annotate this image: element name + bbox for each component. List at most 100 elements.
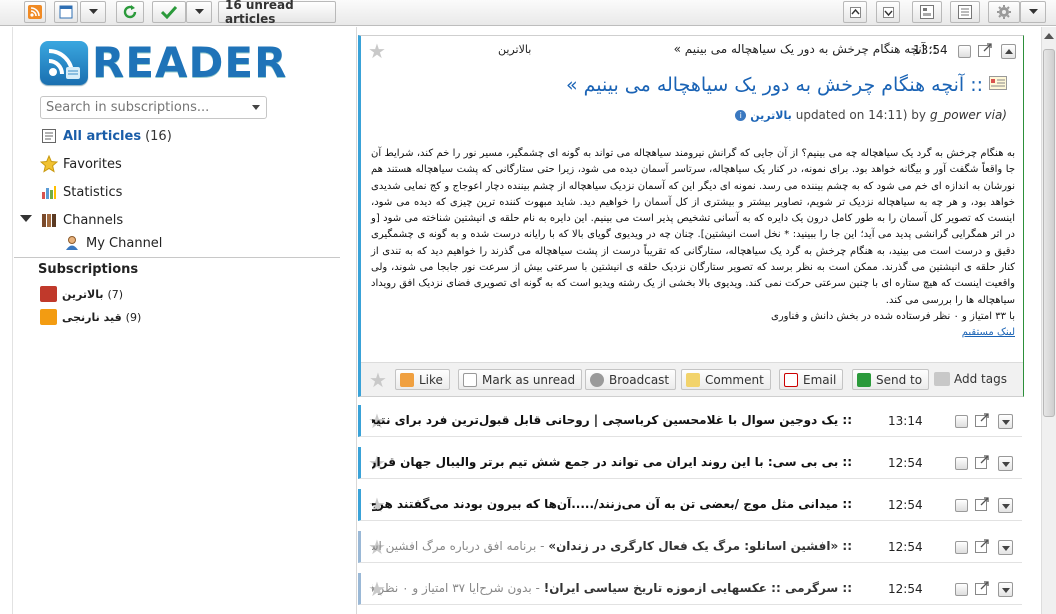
unread-count-label: 16 unread articles bbox=[225, 0, 294, 26]
meta-via[interactable]: g_power via) bbox=[930, 108, 1007, 122]
chevron-down-icon bbox=[88, 9, 98, 15]
open-external-icon[interactable] bbox=[975, 413, 989, 430]
mark-read-dropdown[interactable] bbox=[186, 1, 212, 23]
scrollbar-thumb[interactable] bbox=[1043, 49, 1055, 417]
rss-feed-button[interactable] bbox=[24, 1, 46, 23]
row-title: :: «افشین اسانلو: مرگ یک فعال کارگری در … bbox=[548, 539, 852, 553]
collapse-article-button[interactable] bbox=[1001, 44, 1016, 59]
feed-icon bbox=[40, 286, 57, 302]
article-row[interactable]: ★:: بی بی سی: با این روند ایران می تواند… bbox=[358, 447, 1022, 479]
chevron-up-icon bbox=[849, 6, 861, 18]
article-body-tail: با ۳۳ امتیاز و ۰ نظر فرستاده شده در بخش … bbox=[771, 310, 1015, 322]
comment-icon bbox=[686, 372, 700, 387]
row-title: :: یک دوجین سوال با غلامحسین کرباسچی | ر… bbox=[372, 413, 852, 427]
checkbox-icon[interactable] bbox=[955, 583, 968, 596]
open-external-icon[interactable] bbox=[975, 539, 989, 556]
article-row[interactable]: ★:: «افشین اسانلو: مرگ یک فعال کارگری در… bbox=[358, 531, 1022, 563]
sidebar-item-label: My Channel bbox=[86, 235, 163, 251]
layout-icon bbox=[920, 5, 934, 19]
checkbox-icon[interactable] bbox=[955, 499, 968, 512]
info-icon: i bbox=[735, 109, 747, 121]
window-icon bbox=[59, 5, 73, 19]
chevron-down-icon bbox=[882, 6, 894, 18]
checkbox-icon[interactable] bbox=[955, 457, 968, 470]
article-row[interactable]: ★:: میدانی مثل موج /بعضی تن به آن می‌زنن… bbox=[358, 489, 1022, 521]
send-to-button[interactable]: Send to bbox=[852, 369, 930, 390]
top-toolbar: 16 unread articles bbox=[0, 0, 1056, 26]
sidebar-item-channels[interactable]: Channels bbox=[40, 210, 123, 230]
expand-article-button[interactable] bbox=[998, 540, 1013, 555]
logo-wordmark: READER bbox=[92, 38, 288, 87]
article-row-title: :: بی بی سی: با این روند ایران می تواند … bbox=[372, 455, 852, 469]
checkbox-icon[interactable] bbox=[955, 415, 968, 428]
mark-unread-button[interactable]: Mark as unread bbox=[458, 369, 583, 390]
like-button[interactable]: Like bbox=[395, 369, 450, 390]
subscription-item-ghid-narenji[interactable]: قید نارنجی (9) bbox=[40, 308, 141, 326]
bar-chart-icon bbox=[40, 183, 58, 201]
open-external-icon[interactable] bbox=[975, 581, 989, 598]
refresh-icon bbox=[122, 4, 138, 20]
row-title: :: بی بی سی: با این روند ایران می تواند … bbox=[372, 455, 852, 469]
article-header-time: 13:54 bbox=[913, 43, 948, 57]
view-mode-dropdown[interactable] bbox=[80, 1, 106, 23]
sidebar-item-label: Favorites bbox=[63, 156, 122, 172]
broadcast-icon bbox=[590, 372, 604, 387]
add-tags-button[interactable]: Add tags bbox=[934, 372, 1007, 386]
unread-articles-button[interactable]: 16 unread articles bbox=[218, 0, 336, 26]
checkbox-icon[interactable] bbox=[955, 541, 968, 554]
sidebar-item-all-articles[interactable]: All articles (16) bbox=[40, 126, 172, 146]
favorite-star-icon[interactable]: ★ bbox=[369, 370, 387, 390]
article-title-link[interactable]: :: آنچه هنگام چرخش به دور یک سیاهچاله می… bbox=[566, 74, 983, 96]
expanded-article: ★ بالاترین :: آنچه هنگام چرخش به دور یک … bbox=[358, 35, 1024, 397]
next-article-button[interactable] bbox=[876, 1, 900, 23]
article-row-title: :: سرگرمی :: عکسهایی ازموزه تاریخ سیاسی … bbox=[372, 581, 852, 595]
settings-button[interactable] bbox=[988, 1, 1020, 23]
broadcast-button[interactable]: Broadcast bbox=[585, 369, 677, 390]
feed-item-icon bbox=[989, 76, 1007, 93]
row-snippet: - بدون شرح‌ایا ۳۷ امتیاز و ۰ نظر فرستاده… bbox=[372, 581, 540, 595]
view-mode-button[interactable] bbox=[54, 1, 78, 23]
open-external-icon[interactable] bbox=[975, 497, 989, 514]
mark-all-read-button[interactable] bbox=[152, 1, 186, 23]
sidebar-item-statistics[interactable]: Statistics bbox=[40, 182, 122, 202]
layout-button[interactable] bbox=[912, 1, 942, 23]
article-row[interactable]: ★:: سرگرمی :: عکسهایی ازموزه تاریخ سیاسی… bbox=[358, 573, 1022, 605]
feed-icon bbox=[40, 309, 57, 325]
refresh-button[interactable] bbox=[116, 1, 144, 23]
expand-article-button[interactable] bbox=[998, 582, 1013, 597]
checkbox-icon[interactable] bbox=[958, 45, 971, 58]
scroll-up-icon[interactable] bbox=[1044, 33, 1054, 39]
sidebar-item-my-channel[interactable]: My Channel bbox=[63, 233, 162, 253]
collapse-triangle-icon[interactable] bbox=[20, 215, 32, 222]
gear-icon bbox=[996, 4, 1012, 20]
favorite-star-icon[interactable]: ★ bbox=[368, 41, 386, 61]
permalink[interactable]: لینک مستقیم bbox=[962, 327, 1015, 338]
article-meta: i بالاترین updated on 14:11) by g_power … bbox=[735, 108, 1007, 122]
email-button[interactable]: Email bbox=[779, 369, 844, 390]
unread-count: (7) bbox=[107, 287, 124, 301]
meta-author-link[interactable]: بالاترین bbox=[750, 109, 791, 122]
comment-button[interactable]: Comment bbox=[681, 369, 771, 390]
main-scrollbar[interactable] bbox=[1041, 27, 1056, 614]
search-input[interactable] bbox=[46, 100, 246, 115]
previous-article-button[interactable] bbox=[843, 1, 867, 23]
comment-label: Comment bbox=[705, 372, 764, 387]
article-row[interactable]: ★:: یک دوجین سوال با غلامحسین کرباسچی | … bbox=[358, 405, 1022, 437]
settings-dropdown[interactable] bbox=[1020, 1, 1046, 23]
chevron-down-icon[interactable] bbox=[252, 105, 260, 110]
subscription-search[interactable] bbox=[40, 96, 267, 119]
sidebar-item-favorites[interactable]: Favorites bbox=[40, 154, 122, 174]
email-icon bbox=[784, 372, 798, 387]
subscription-item-balatarin[interactable]: بالاترین (7) bbox=[40, 285, 123, 303]
expand-article-button[interactable] bbox=[998, 414, 1013, 429]
expand-article-button[interactable] bbox=[998, 498, 1013, 513]
meta-updated: updated on 14:11) by bbox=[795, 108, 926, 122]
sidebar-item-label: Channels bbox=[63, 212, 124, 228]
row-time: 12:54 bbox=[888, 582, 923, 596]
list-view-button[interactable] bbox=[950, 1, 980, 23]
expand-article-button[interactable] bbox=[998, 456, 1013, 471]
article-header-row[interactable]: ★ بالاترین :: آنچه هنگام چرخش به دور یک … bbox=[361, 36, 1023, 66]
open-external-icon[interactable] bbox=[975, 455, 989, 472]
open-external-icon[interactable] bbox=[978, 43, 992, 60]
email-label: Email bbox=[803, 372, 837, 387]
